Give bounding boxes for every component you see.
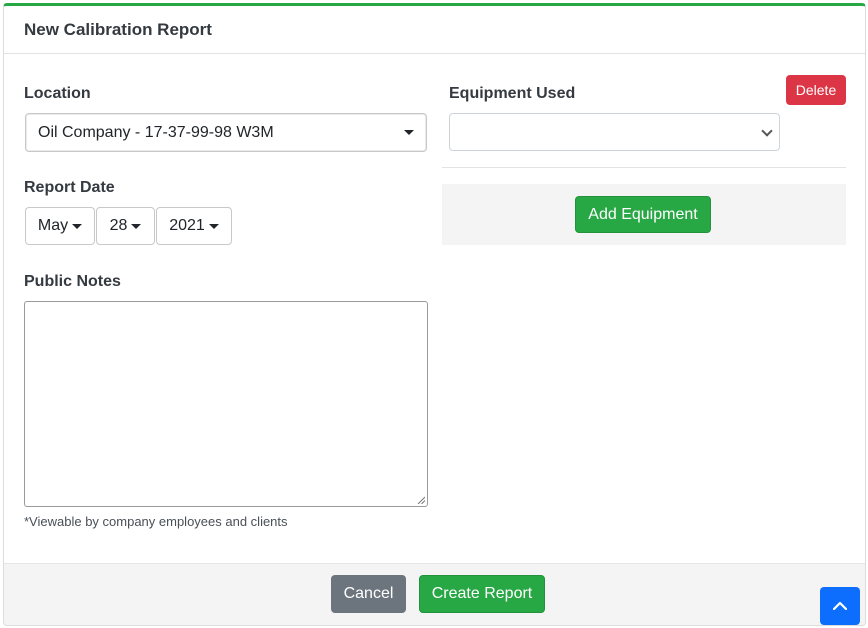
equipment-select[interactable] — [449, 113, 780, 151]
public-notes-label: Public Notes — [24, 273, 121, 290]
page-title: New Calibration Report — [24, 20, 212, 39]
report-date-label: Report Date — [24, 179, 115, 196]
year-select[interactable]: 2021 — [156, 207, 232, 245]
public-notes-hint: *Viewable by company employees and clien… — [24, 514, 288, 529]
location-label: Location — [24, 85, 91, 102]
day-value: 28 — [109, 217, 128, 234]
cancel-button[interactable]: Cancel — [331, 575, 406, 613]
month-value: May — [37, 217, 69, 234]
month-select[interactable]: May — [25, 207, 95, 245]
location-value: Oil Company - 17-37-99-98 W3M — [38, 123, 274, 141]
public-notes-textarea[interactable] — [24, 301, 428, 507]
create-report-button[interactable]: Create Report — [419, 575, 545, 613]
equipment-divider — [442, 167, 846, 168]
card-footer: Cancel Create Report — [4, 563, 865, 625]
chevron-up-icon — [833, 601, 847, 611]
caret-down-icon — [208, 223, 219, 229]
resize-grip-icon[interactable] — [417, 496, 425, 504]
caret-down-icon — [131, 223, 142, 229]
location-select[interactable]: Oil Company - 17-37-99-98 W3M — [25, 113, 427, 152]
caret-down-icon — [404, 130, 414, 135]
calibration-report-card: New Calibration Report Location Oil Comp… — [3, 3, 866, 626]
caret-down-icon — [72, 223, 83, 229]
delete-button[interactable]: Delete — [786, 75, 846, 105]
scroll-to-top-button[interactable] — [820, 587, 860, 625]
add-equipment-button[interactable]: Add Equipment — [575, 196, 711, 233]
add-equipment-panel: Add Equipment — [442, 184, 846, 245]
equipment-label: Equipment Used — [449, 85, 576, 102]
day-select[interactable]: 28 — [96, 207, 155, 245]
chevron-down-icon — [761, 125, 773, 137]
year-value: 2021 — [169, 217, 205, 234]
card-header: New Calibration Report — [4, 6, 865, 54]
